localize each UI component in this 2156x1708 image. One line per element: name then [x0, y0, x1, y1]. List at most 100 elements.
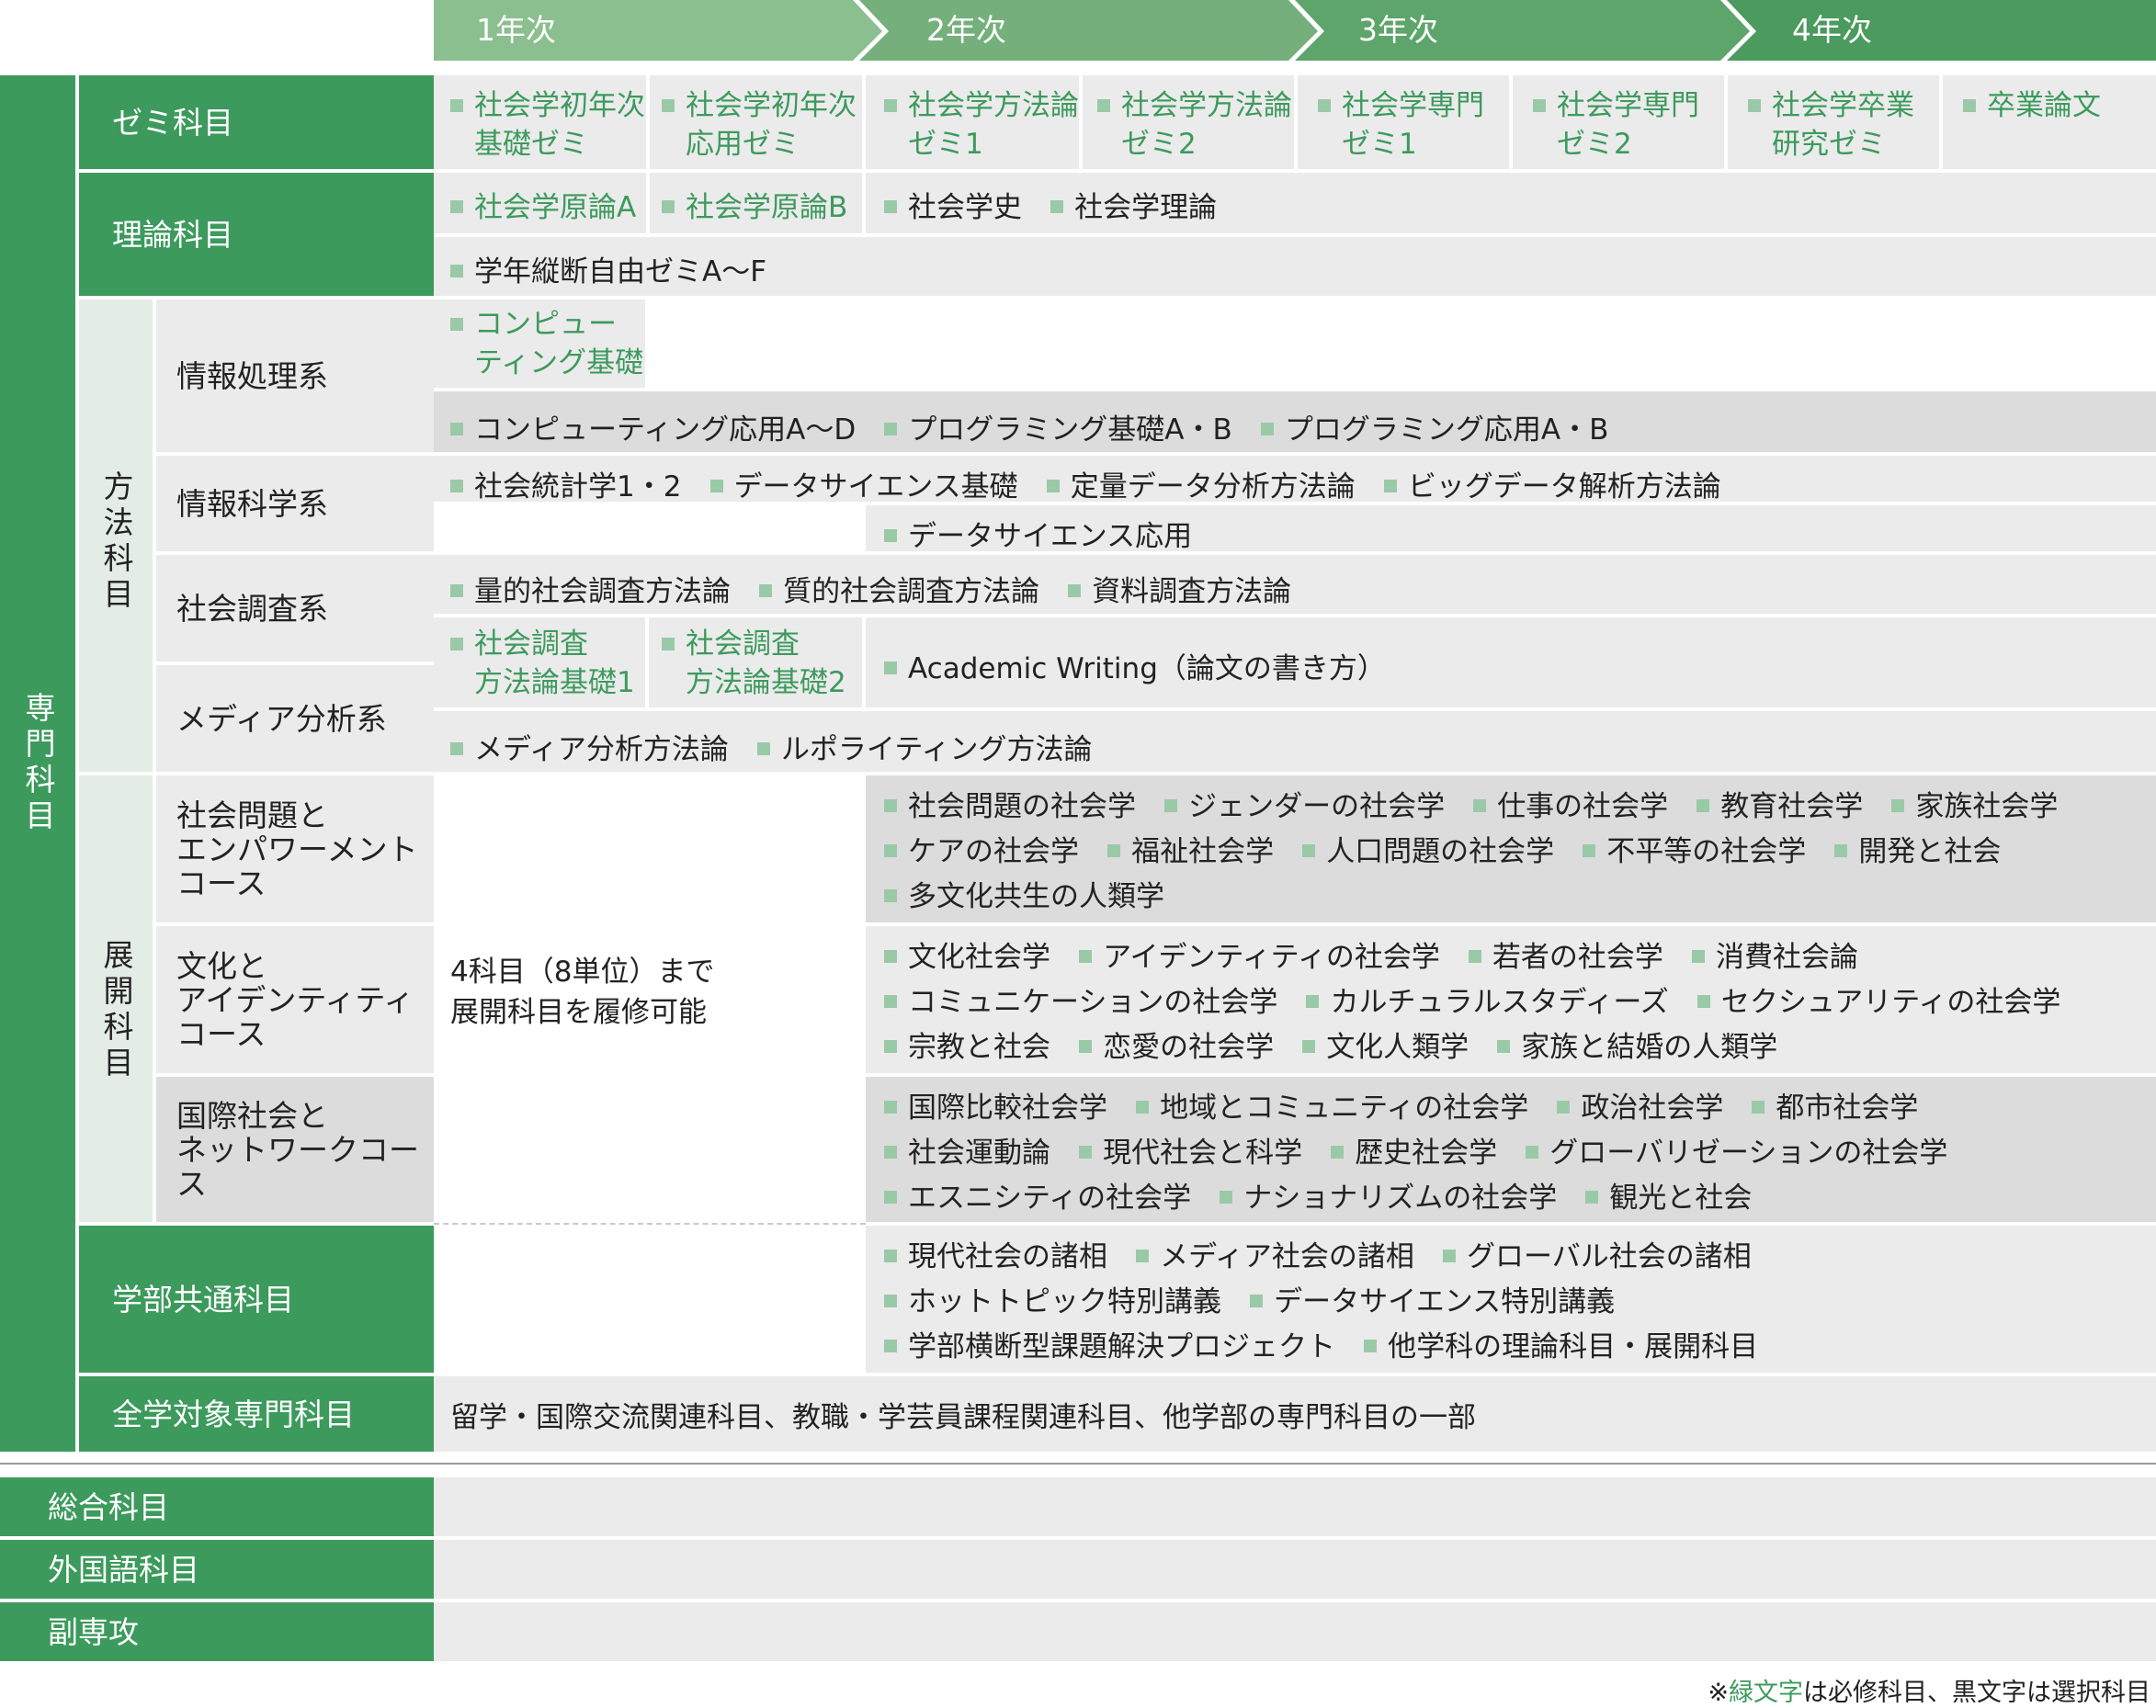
common-item: データサイエンス特別講義	[1250, 1282, 1615, 1323]
common-item: メディア社会の諸相	[1136, 1237, 1414, 1278]
course-item: 教育社会学	[1696, 786, 1863, 828]
all-uni-label-cell: 全学対象専門科目	[79, 1376, 434, 1452]
seminar-item: 社会学初年次 応用ゼミ	[662, 86, 857, 164]
media-label-cell: メディア分析系	[156, 665, 434, 772]
foreign-label-cell: 外国語科目	[0, 1540, 434, 1599]
course-item: 多文化共生の人類学	[884, 877, 1164, 918]
info-proc-label-cell: 情報処理系	[156, 300, 434, 452]
info-proc-item: プログラミング基礎A・B	[884, 406, 1232, 447]
develop-label: 展開科目	[98, 939, 134, 1082]
course-item: 開発と社会	[1834, 831, 2001, 873]
info-proc-label: 情報処理系	[176, 357, 328, 394]
year1-label: 1年次	[476, 12, 556, 48]
footnote: ※緑文字は必修科目、黒文字は選択科目	[1708, 1679, 2150, 1707]
seminar-item: 社会学卒業 研究ゼミ	[1748, 86, 1914, 164]
course2-items-cell: 文化社会学 アイデンティティの社会学 若者の社会学 消費社会論 コミュニケーショ…	[866, 926, 2156, 1073]
common-items-cell: 現代社会の諸相 メディア社会の諸相 グローバル社会の諸相 ホットトピック特別講義…	[866, 1226, 2156, 1373]
section-divider	[0, 1463, 2156, 1465]
seminar-item: 社会学方法論 ゼミ1	[884, 86, 1079, 164]
common-item: 他学科の理論科目・展開科目	[1364, 1327, 1758, 1368]
course2-label-line: コース	[176, 1015, 267, 1052]
writing-item: Academic Writing（論文の書き方）	[884, 645, 1386, 686]
footnote-green-text: 緑文字	[1729, 1679, 1803, 1707]
seminar-label: ゼミ科目	[112, 104, 233, 141]
course-item: 観光と社会	[1585, 1178, 1752, 1219]
theory-label-cell: 理論科目	[79, 173, 434, 296]
course-item: 社会問題の社会学	[884, 786, 1136, 828]
all-uni-text: 留学・国際交流関連科目、教職・学芸員課程関連科目、他学部の専門科目の一部	[450, 1400, 1476, 1434]
develop-label-cell: 展開科目	[79, 775, 153, 1222]
course-item: コミュニケーションの社会学	[884, 982, 1277, 1024]
develop-note: 4科目（8単位）まで 展開科目を履修可能	[450, 956, 715, 1029]
year3-label: 3年次	[1358, 12, 1438, 48]
info-sci-item: ビッグデータ解析方法論	[1383, 463, 1721, 504]
seminar-label-cell: ゼミ科目	[79, 75, 434, 169]
course-item: 家族と結婚の人類学	[1497, 1027, 1777, 1069]
survey-item: 社会調査 方法論基礎1	[450, 625, 635, 702]
year-header	[434, 0, 2156, 61]
course2-label-line: アイデンティティ	[176, 981, 414, 1018]
course1-label-cell: 社会問題と エンパワーメント コース	[156, 775, 434, 922]
theory-item: 社会学原論A	[450, 184, 636, 225]
info-sci-item: データサイエンス基礎	[709, 463, 1018, 504]
course-item: ナショナリズムの社会学	[1220, 1178, 1557, 1219]
course-item: 文化人類学	[1302, 1027, 1469, 1069]
course-item: 福祉社会学	[1107, 831, 1274, 873]
course-item: 消費社会論	[1692, 937, 1858, 978]
seminar-item: 卒業論文	[1963, 86, 2101, 125]
general-label: 総合科目	[48, 1488, 169, 1525]
course-item: 仕事の社会学	[1473, 786, 1668, 828]
course-item: 都市社会学	[1752, 1088, 1918, 1129]
info-sci-label-cell: 情報科学系	[156, 456, 434, 551]
seminar-item: 社会学初年次 基礎ゼミ	[450, 86, 645, 164]
theory-label: 理論科目	[112, 216, 233, 253]
common-item: 学部横断型課題解決プロジェクト	[884, 1327, 1335, 1368]
media-item: ルポライティング方法論	[756, 726, 1092, 767]
theory-item: 社会学理論	[1050, 184, 1217, 225]
info-proc-item: プログラミング応用A・B	[1260, 406, 1608, 447]
course3-items-cell: 国際比較社会学 地域とコミュニティの社会学 政治社会学 都市社会学 社会運動論 …	[866, 1077, 2156, 1222]
survey-item: 質的社会調査方法論	[759, 568, 1039, 609]
media-item: メディア分析方法論	[450, 726, 729, 767]
theory-item: 学年縦断自由ゼミA～F	[450, 248, 766, 289]
seminar-item: 社会学方法論 ゼミ2	[1097, 86, 1292, 164]
common-item: 現代社会の諸相	[884, 1237, 1107, 1278]
course-item: カルチュラルスタディーズ	[1306, 982, 1669, 1024]
info-sci-item: 社会統計学1・2	[450, 463, 681, 504]
survey-label: 社会調査系	[176, 590, 328, 627]
course-item: 若者の社会学	[1468, 937, 1663, 978]
method-label-cell: 方法科目	[79, 300, 153, 772]
course-item: 宗教と社会	[884, 1027, 1050, 1069]
course1-label-line: 社会問題と	[176, 797, 328, 833]
course-item: 人口問題の社会学	[1302, 831, 1554, 873]
common-label: 学部共通科目	[112, 1281, 294, 1318]
course-item: 社会運動論	[884, 1133, 1050, 1174]
course-item: 政治社会学	[1557, 1088, 1723, 1129]
course-item: 家族社会学	[1891, 786, 2058, 828]
specialized-label: 専門科目	[20, 692, 56, 835]
course-item: エスニシティの社会学	[884, 1178, 1191, 1219]
course3-label-line: ネットワークコース	[176, 1131, 419, 1202]
all-uni-label: 全学対象専門科目	[112, 1396, 355, 1432]
specialized-column: 専門科目	[0, 75, 75, 1452]
course-item: 歴史社会学	[1331, 1133, 1497, 1174]
course1-items-cell: 社会問題の社会学 ジェンダーの社会学 仕事の社会学 教育社会学 家族社会学 ケア…	[866, 775, 2156, 922]
theory-item: 社会学史	[884, 184, 1022, 225]
info-sci-item: 定量データ分析方法論	[1046, 463, 1356, 504]
course3-label-line: 国際社会と	[176, 1097, 328, 1134]
media-label: メディア分析系	[176, 700, 387, 737]
course-item: ケアの社会学	[884, 831, 1079, 873]
common-label-cell: 学部共通科目	[79, 1226, 434, 1373]
common-item: グローバル社会の諸相	[1443, 1237, 1752, 1278]
general-row	[434, 1477, 2156, 1536]
course-item: 恋愛の社会学	[1079, 1027, 1274, 1069]
dashed-divider	[434, 1223, 866, 1225]
minor-label: 副専攻	[48, 1613, 139, 1650]
common-item: ホットトピック特別講義	[884, 1282, 1221, 1323]
theory-item: 社会学原論B	[662, 184, 847, 225]
foreign-label: 外国語科目	[48, 1551, 199, 1588]
info-proc-item: コンピューティング応用A～D	[450, 406, 856, 447]
course-item: 不平等の社会学	[1583, 831, 1806, 873]
info-sci-label: 情報科学系	[176, 485, 328, 522]
course1-label-line: エンパワーメント	[176, 831, 418, 867]
